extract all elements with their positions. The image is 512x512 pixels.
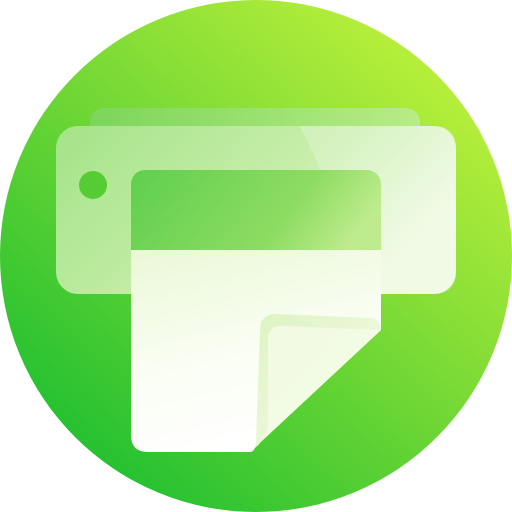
app-icon xyxy=(0,0,512,512)
indicator-light-icon xyxy=(79,171,107,199)
printer-icon xyxy=(0,0,512,512)
